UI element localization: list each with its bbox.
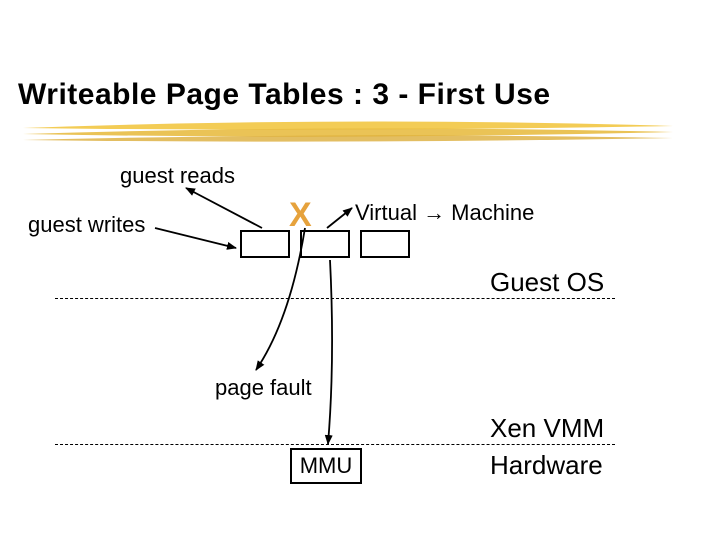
- label-guest-reads: guest reads: [120, 163, 235, 189]
- pagetable-entry-3: [360, 230, 410, 258]
- arrow-virtual-machine: [327, 208, 352, 228]
- title-underline: [18, 118, 678, 146]
- pagetable-entry-1: [240, 230, 290, 258]
- arrow-mmu: [328, 260, 332, 444]
- label-guest-os: Guest OS: [490, 267, 604, 298]
- divider-xen-vmm: [55, 444, 615, 445]
- label-guest-writes: guest writes: [28, 212, 145, 238]
- label-hardware: Hardware: [490, 450, 603, 481]
- label-xen-vmm: Xen VMM: [490, 413, 604, 444]
- label-page-fault: page fault: [215, 375, 312, 401]
- x-mark-icon: X: [289, 196, 312, 235]
- mmu-box: MMU: [290, 448, 362, 484]
- divider-guest-os: [55, 298, 615, 299]
- slide-title: Writeable Page Tables : 3 - First Use: [18, 78, 551, 112]
- arrow-guest-writes: [155, 228, 236, 248]
- arrow-guest-reads: [186, 188, 262, 228]
- label-virtual-machine: Virtual → Machine: [355, 200, 534, 226]
